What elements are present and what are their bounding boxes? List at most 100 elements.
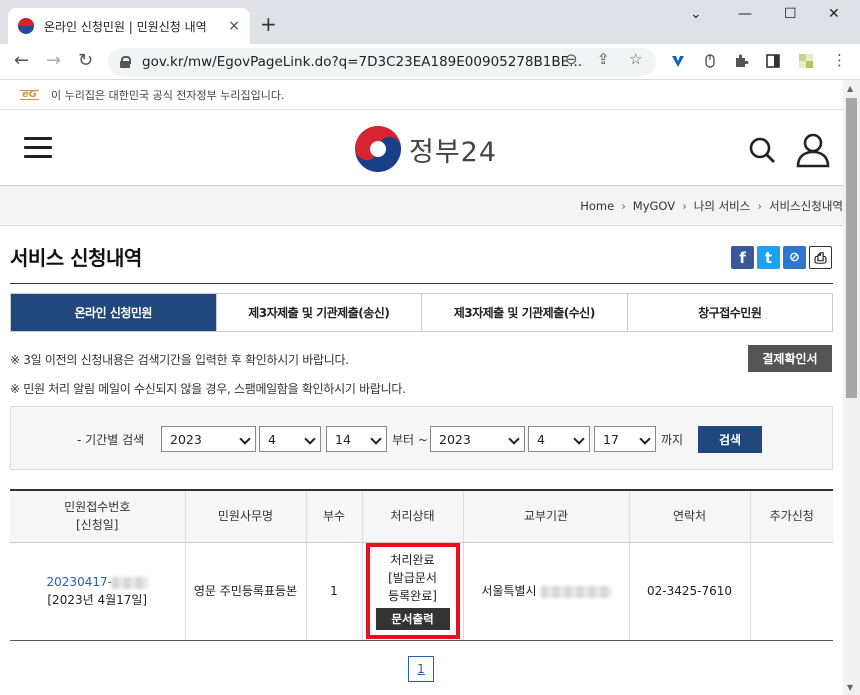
twitter-share-icon[interactable]: t: [757, 246, 780, 269]
site-header: 정부24: [0, 110, 843, 186]
breadcrumb-home[interactable]: Home: [580, 199, 614, 213]
chevron-down-icon: [304, 433, 315, 444]
from-month-select[interactable]: 4: [259, 426, 321, 452]
table-row: 20230417- [2023년 4월17일] 영문 주민등록표등본 1 처리완…: [10, 542, 833, 640]
egov-logo: eG: [20, 90, 39, 100]
request-date: [2023년 4월17일]: [47, 593, 147, 607]
breadcrumb-service-history[interactable]: 서비스신청내역: [769, 198, 843, 214]
breadcrumb-my-services[interactable]: 나의 서비스: [694, 198, 751, 214]
print-icon[interactable]: ⎙: [809, 246, 832, 269]
extensions-puzzle-icon[interactable]: [733, 53, 749, 69]
period-search-box: - 기간별 검색 2023 4 14 부터 ~ 2023 4 17 까지 검색: [10, 406, 833, 470]
status-text-line1: 처리완료: [376, 551, 450, 569]
tab-close-icon[interactable]: ×: [228, 18, 240, 34]
lock-icon[interactable]: [120, 56, 130, 68]
header-extra-request: 추가신청: [750, 490, 833, 542]
cell-receipt-no: 20230417- [2023년 4월17일]: [10, 542, 185, 640]
request-history-table: 민원접수번호[신청일] 민원사무명 부수 처리상태 교부기관 연락처 추가신청 …: [10, 489, 833, 641]
from-day-select[interactable]: 14: [326, 426, 387, 452]
gov-notice-bar: eG 이 누리집은 대한민국 공식 전자정부 누리집입니다.: [0, 80, 843, 110]
share-page-icon[interactable]: ⇪: [597, 50, 610, 68]
notice-spam-mail: ※ 민원 처리 알림 메일이 수신되지 않을 경우, 스팸메일함을 확인하시기 …: [10, 380, 406, 397]
tab-third-party-received[interactable]: 제3자제출 및 기관제출(수신): [422, 294, 628, 331]
minimize-icon[interactable]: —: [738, 6, 752, 22]
bookmark-star-icon[interactable]: ☆: [629, 50, 642, 68]
request-tabs: 온라인 신청민원 제3자제출 및 기관제출(송신) 제3자제출 및 기관제출(수…: [10, 293, 833, 332]
to-year-select[interactable]: 2023: [430, 426, 525, 452]
search-icon[interactable]: [748, 136, 776, 164]
scroll-thumb[interactable]: [846, 98, 857, 398]
close-window-icon[interactable]: ✕: [828, 6, 840, 22]
tab-third-party-sent[interactable]: 제3자제출 및 기관제출(송신): [217, 294, 423, 331]
browser-toolbar: ← → ↻ gov.kr/mw/EgovPageLink.do?q=7D3C23…: [0, 44, 860, 80]
header-agency: 교부기관: [463, 490, 629, 542]
gov24-favicon-icon: [18, 18, 34, 34]
zoom-icon[interactable]: ⊖: [565, 50, 578, 68]
logo-text: 정부24: [409, 130, 497, 169]
header-contact: 연락처: [629, 490, 750, 542]
tab-title: 온라인 신청민원 | 민원신청 내역: [44, 18, 222, 35]
period-search-label: - 기간별 검색: [77, 431, 144, 448]
back-icon[interactable]: ←: [14, 52, 29, 70]
header-service-name: 민원사무명: [185, 490, 306, 542]
scroll-up-icon[interactable]: ▲: [847, 84, 853, 93]
side-panel-icon[interactable]: [765, 53, 781, 69]
facebook-share-icon[interactable]: f: [731, 246, 754, 269]
notice-search-period: ※ 3일 이전의 신청내용은 검색기간을 입력한 후 확인하시기 바랍니다.: [10, 351, 349, 368]
payment-receipt-button[interactable]: 결제확인서: [748, 345, 832, 372]
profile-avatar[interactable]: [798, 53, 814, 69]
cell-service-name: 영문 주민등록표등본: [185, 542, 306, 640]
forward-icon[interactable]: →: [46, 52, 61, 70]
to-suffix-label: 까지: [661, 431, 683, 448]
to-month-select[interactable]: 4: [528, 426, 590, 452]
chevron-down-icon: [239, 433, 250, 444]
tab-online-requests[interactable]: 온라인 신청민원: [11, 294, 217, 331]
chevron-down-icon: [639, 433, 650, 444]
new-tab-button[interactable]: +: [260, 14, 277, 34]
page-title: 서비스 신청내역: [10, 242, 142, 271]
chevron-down-icon: [573, 433, 584, 444]
status-highlight-box: 처리완료 [발급문서 등록완료] 문서출력: [366, 543, 460, 639]
to-day-select[interactable]: 17: [594, 426, 656, 452]
chevron-down-icon: [508, 433, 519, 444]
url-text: gov.kr/mw/EgovPageLink.do?q=7D3C23EA189E…: [142, 54, 582, 70]
page-scrollbar[interactable]: ▲ ▼: [843, 80, 860, 695]
browser-menu-icon[interactable]: ⋮: [832, 51, 847, 69]
receipt-no-link[interactable]: 20230417-: [47, 575, 148, 589]
redacted-block: [112, 577, 148, 589]
taegeuk-icon: [355, 126, 401, 172]
gov-notice-text: 이 누리집은 대한민국 공식 전자정부 누리집입니다.: [51, 87, 285, 103]
tab-counter-requests[interactable]: 창구접수민원: [628, 294, 833, 331]
search-button[interactable]: 검색: [698, 426, 762, 453]
table-header-row: 민원접수번호[신청일] 민원사무명 부수 처리상태 교부기관 연락처 추가신청: [10, 490, 833, 542]
tab-search-icon[interactable]: ⌄: [690, 6, 702, 22]
header-receipt-no[interactable]: 민원접수번호[신청일]: [10, 490, 185, 542]
gov24-logo[interactable]: 정부24: [355, 126, 497, 172]
header-copies: 부수: [306, 490, 362, 542]
header-status: 처리상태: [362, 490, 463, 542]
breadcrumb-mygov[interactable]: MyGOV: [633, 199, 675, 213]
user-icon[interactable]: [795, 132, 831, 168]
page-number-current[interactable]: 1: [408, 656, 434, 682]
reload-icon[interactable]: ↻: [78, 52, 93, 70]
chevron-down-icon: [370, 433, 381, 444]
cell-status: 처리완료 [발급문서 등록완료] 문서출력: [362, 542, 463, 640]
browser-tab[interactable]: 온라인 신청민원 | 민원신청 내역 ×: [8, 8, 250, 44]
from-year-select[interactable]: 2023: [161, 426, 256, 452]
document-print-button[interactable]: 문서출력: [376, 608, 450, 630]
redacted-block: [541, 586, 611, 598]
cell-copies: 1: [306, 542, 362, 640]
browser-tabstrip: 온라인 신청민원 | 민원신청 내역 × + ⌄ — ☐ ✕: [0, 0, 860, 44]
cell-agency: 서울특별시: [463, 542, 629, 640]
status-text-line3: 등록완료]: [376, 587, 450, 605]
mouse-extension-icon[interactable]: [702, 53, 718, 69]
extension-v-icon[interactable]: [670, 53, 686, 69]
cell-extra-request: [750, 542, 833, 640]
menu-hamburger-icon[interactable]: [24, 137, 52, 159]
maximize-icon[interactable]: ☐: [784, 6, 797, 22]
scroll-down-icon[interactable]: ▼: [847, 683, 853, 692]
link-copy-icon[interactable]: ⊘: [783, 246, 806, 269]
breadcrumb: Home › MyGOV › 나의 서비스 › 서비스신청내역: [0, 186, 843, 226]
status-text-line2: [발급문서: [376, 569, 450, 587]
cell-contact: 02-3425-7610: [629, 542, 750, 640]
